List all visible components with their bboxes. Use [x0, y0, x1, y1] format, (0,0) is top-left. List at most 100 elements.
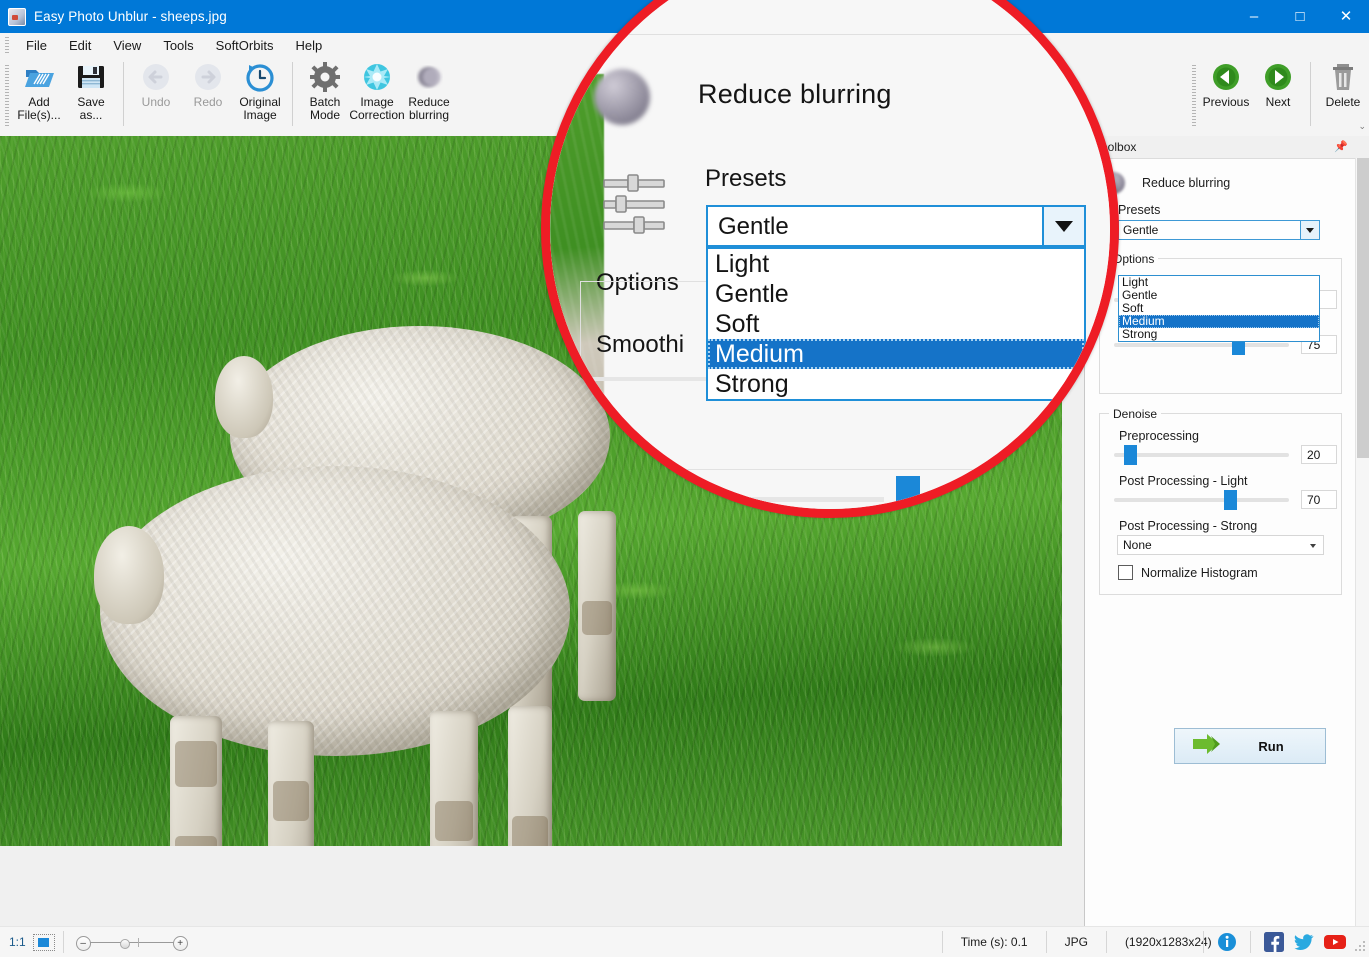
menu-gripper — [5, 37, 9, 53]
preprocessing-slider-row[interactable]: 20 — [1114, 445, 1341, 464]
save-as-label: Saveas... — [77, 96, 104, 122]
twitter-icon[interactable] — [1294, 932, 1314, 952]
redo-button[interactable]: Redo — [182, 57, 234, 135]
presets-option-strong[interactable]: Strong — [1119, 328, 1319, 341]
fit-to-window-icon[interactable] — [33, 934, 55, 951]
magnified-detail-track[interactable] — [584, 497, 884, 502]
menu-item-tools[interactable]: Tools — [152, 35, 204, 56]
preprocessing-slider-thumb[interactable] — [1124, 445, 1137, 465]
status-separator-6 — [1250, 931, 1251, 953]
post-strong-combobox[interactable]: None — [1117, 535, 1324, 555]
status-social-group — [1195, 927, 1369, 957]
previous-button[interactable]: Previous — [1200, 57, 1252, 135]
normalize-histogram-row[interactable]: Normalize Histogram — [1118, 565, 1341, 580]
magnified-presets-option-light[interactable]: Light — [708, 249, 1084, 279]
toolbar-separator-2 — [292, 62, 293, 126]
denoise-groupbox: Denoise Preprocessing 20 Post Processing… — [1099, 413, 1342, 595]
toolbar-expander-icon[interactable]: ⌄ — [1358, 121, 1366, 132]
presets-value: Gentle — [1123, 223, 1158, 237]
close-button[interactable]: ✕ — [1323, 0, 1369, 33]
detail-slider-track[interactable] — [1114, 343, 1289, 347]
green-arrow-icon — [1191, 733, 1231, 760]
toolbox-body: Reduce blurring Presets Gentle Light Gen… — [1085, 158, 1356, 595]
zoom-slider-tick — [138, 938, 139, 947]
zoom-in-button[interactable]: + — [173, 936, 188, 951]
resize-grip[interactable] — [1354, 940, 1366, 952]
delete-label: Delete — [1326, 96, 1361, 109]
magnified-presets-value: Gentle — [718, 213, 789, 241]
post-light-slider-track[interactable] — [1114, 498, 1289, 502]
info-icon[interactable] — [1217, 932, 1237, 952]
post-light-slider-thumb[interactable] — [1224, 490, 1237, 510]
post-light-label: Post Processing - Light — [1119, 474, 1341, 488]
menu-item-help[interactable]: Help — [284, 35, 333, 56]
next-label: Next — [1266, 96, 1291, 109]
magnified-presets-option-strong[interactable]: Strong — [708, 369, 1084, 399]
normalize-histogram-checkbox[interactable] — [1118, 565, 1133, 580]
magnifier-divider-top — [550, 34, 1110, 35]
maximize-button[interactable]: □ — [1277, 0, 1323, 33]
zoom-slider-knob[interactable] — [120, 939, 130, 949]
image-correction-button[interactable]: ImageCorrection — [351, 57, 403, 135]
undo-button[interactable]: Undo — [130, 57, 182, 135]
pin-icon[interactable]: 📌 — [1334, 140, 1348, 153]
magnifier-divider-bottom — [610, 469, 1110, 470]
post-strong-label: Post Processing - Strong — [1119, 519, 1341, 533]
scrollbar-thumb[interactable] — [1357, 158, 1369, 458]
presets-option-gentle[interactable]: Gentle — [1119, 289, 1319, 302]
reduce-blurring-button[interactable]: Reduceblurring — [403, 57, 455, 135]
presets-dropdown-list[interactable]: Light Gentle Soft Medium Strong — [1118, 275, 1320, 342]
magnified-sliders-icon — [602, 174, 666, 241]
menu-item-file[interactable]: File — [15, 35, 58, 56]
add-files-button[interactable]: AddFile(s)... — [13, 57, 65, 135]
zoom-slider[interactable]: – + — [76, 933, 192, 951]
preprocessing-slider-track[interactable] — [1114, 453, 1289, 457]
image-correction-icon — [361, 61, 393, 93]
magnified-presets-dropdown-list[interactable]: Light Gentle Soft Medium Strong — [706, 247, 1086, 401]
zoom-out-button[interactable]: – — [76, 936, 91, 951]
normalize-histogram-label: Normalize Histogram — [1141, 566, 1258, 580]
magnifier-overlay: Reduce blurring Options Smoothi Det — [541, 0, 1119, 518]
presets-label: Presets — [1118, 203, 1356, 217]
image-correction-label: ImageCorrection — [349, 96, 404, 122]
preprocessing-label: Preprocessing — [1119, 429, 1341, 443]
window-title: Easy Photo Unblur - sheeps.jpg — [34, 9, 227, 24]
preprocessing-value[interactable]: 20 — [1301, 445, 1337, 464]
next-button[interactable]: Next — [1252, 57, 1304, 135]
status-separator-3 — [1046, 931, 1047, 953]
add-files-label: AddFile(s)... — [17, 96, 60, 122]
magnified-presets-option-medium[interactable]: Medium — [708, 339, 1084, 369]
presets-chevron-down-icon[interactable] — [1300, 221, 1319, 239]
redo-label: Redo — [194, 96, 223, 109]
post-light-value[interactable]: 70 — [1301, 490, 1337, 509]
original-image-button[interactable]: OriginalImage — [234, 57, 286, 135]
denoise-group-title: Denoise — [1109, 407, 1161, 421]
post-light-slider-row[interactable]: 70 — [1114, 490, 1341, 509]
save-as-button[interactable]: Saveas... — [65, 57, 117, 135]
app-icon — [8, 8, 26, 26]
magnified-presets-option-gentle[interactable]: Gentle — [708, 279, 1084, 309]
menu-item-edit[interactable]: Edit — [58, 35, 102, 56]
magnified-presets-combobox[interactable]: Gentle — [706, 205, 1086, 247]
post-strong-chevron-down-icon[interactable] — [1310, 544, 1316, 548]
reduce-blurring-mode-row[interactable]: Reduce blurring — [1085, 158, 1356, 194]
menu-item-softorbits[interactable]: SoftOrbits — [205, 35, 285, 56]
run-label: Run — [1231, 739, 1311, 754]
status-bar: 1:1 – + Time (s): 0.1 JPG (1920x1283x24) — [0, 926, 1369, 957]
magnifier-content: Reduce blurring Options Smoothi Det — [550, 0, 1110, 509]
previous-label: Previous — [1203, 96, 1250, 109]
magnified-presets-option-soft[interactable]: Soft — [708, 309, 1084, 339]
presets-combobox[interactable]: Gentle — [1118, 220, 1320, 240]
toolbar-right-group: Previous Next Delete — [1192, 57, 1369, 135]
run-button[interactable]: Run — [1174, 728, 1326, 764]
magnified-smoothing-label: Smoothi — [596, 331, 684, 359]
magnified-presets-chevron-down-icon[interactable] — [1042, 207, 1084, 245]
toolbox-scrollbar[interactable] — [1355, 158, 1369, 926]
menu-item-view[interactable]: View — [102, 35, 152, 56]
toolbar-separator-3 — [1310, 62, 1311, 126]
batch-mode-button[interactable]: BatchMode — [299, 57, 351, 135]
facebook-icon[interactable] — [1264, 932, 1284, 952]
minimize-button[interactable]: – — [1231, 0, 1277, 33]
toolbar-gripper — [5, 65, 9, 127]
youtube-icon[interactable] — [1324, 932, 1344, 952]
